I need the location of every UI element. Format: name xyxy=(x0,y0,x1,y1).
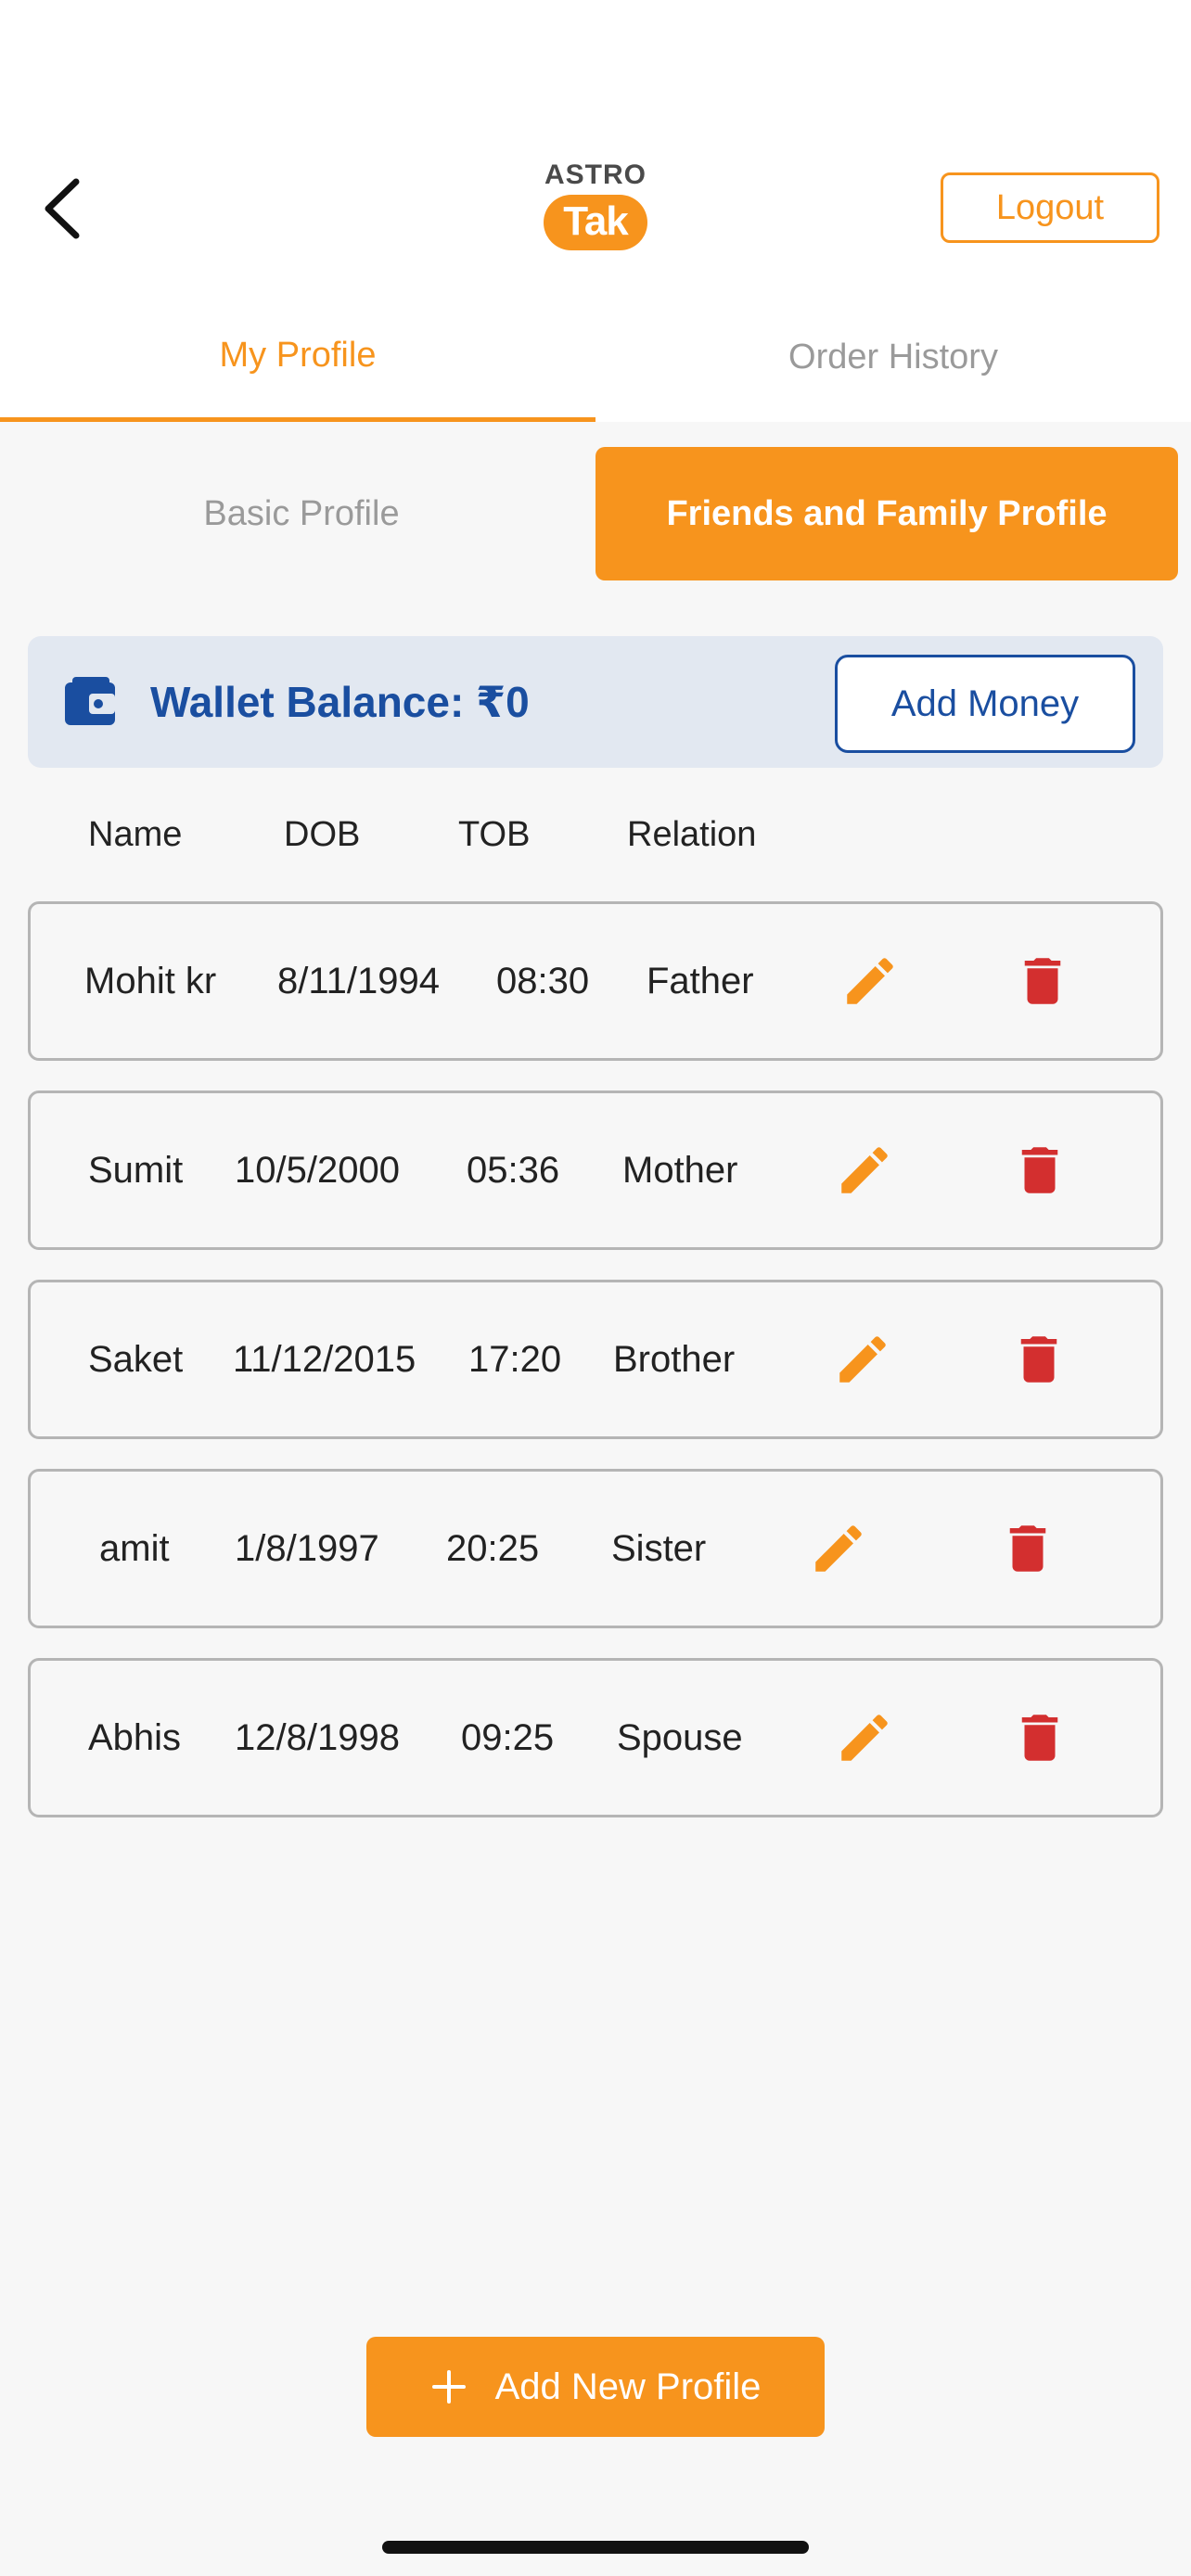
row-tob: 05:36 xyxy=(467,1150,560,1191)
chevron-left-icon xyxy=(45,178,80,239)
pencil-icon[interactable] xyxy=(832,1329,893,1390)
pencil-icon[interactable] xyxy=(834,1140,895,1201)
trash-icon[interactable] xyxy=(997,1518,1058,1579)
logo-tak-text: Tak xyxy=(544,195,647,250)
tab-order-history[interactable]: Order History xyxy=(596,306,1191,422)
row-name: Mohit kr xyxy=(84,961,217,1001)
trash-icon[interactable] xyxy=(1012,950,1073,1012)
column-header-tob: TOB xyxy=(458,815,531,854)
wallet-icon xyxy=(65,677,115,725)
profile-row: Abhis 12/8/1998 09:25 Spouse xyxy=(28,1658,1163,1817)
row-name: Sumit xyxy=(88,1150,184,1191)
row-relation: Brother xyxy=(613,1339,736,1380)
trash-icon[interactable] xyxy=(1009,1707,1070,1768)
row-tob: 08:30 xyxy=(496,961,590,1001)
tab-my-profile[interactable]: My Profile xyxy=(0,306,596,422)
column-header-name: Name xyxy=(88,815,183,854)
column-header-dob: DOB xyxy=(284,815,361,854)
logout-button[interactable]: Logout xyxy=(941,172,1159,243)
row-name: Abhis xyxy=(88,1717,182,1758)
segment-friends-family-profile[interactable]: Friends and Family Profile xyxy=(596,447,1178,580)
profile-row: Mohit kr 8/11/1994 08:30 Father xyxy=(28,901,1163,1061)
row-name: Saket xyxy=(88,1339,184,1380)
column-header-relation: Relation xyxy=(627,815,757,854)
logo-astro-text: ASTRO xyxy=(544,159,647,190)
profile-row: Sumit 10/5/2000 05:36 Mother xyxy=(28,1090,1163,1250)
row-name: amit xyxy=(99,1528,170,1569)
row-relation: Sister xyxy=(611,1528,707,1569)
pencil-icon[interactable] xyxy=(834,1707,895,1768)
add-new-profile-button[interactable]: Add New Profile xyxy=(366,2337,825,2437)
profile-row: amit 1/8/1997 20:25 Sister xyxy=(28,1469,1163,1628)
row-dob: 1/8/1997 xyxy=(235,1528,379,1569)
pencil-icon[interactable] xyxy=(808,1518,869,1579)
wallet-balance: Wallet Balance: ₹0 xyxy=(150,678,530,726)
row-tob: 17:20 xyxy=(468,1339,562,1380)
row-relation: Father xyxy=(647,961,754,1001)
trash-icon[interactable] xyxy=(1008,1329,1069,1390)
pencil-icon[interactable] xyxy=(839,950,901,1012)
segment-basic-profile[interactable]: Basic Profile xyxy=(0,447,603,580)
add-new-profile-label: Add New Profile xyxy=(494,2366,762,2407)
row-tob: 20:25 xyxy=(446,1528,540,1569)
trash-icon[interactable] xyxy=(1009,1140,1070,1201)
row-dob: 12/8/1998 xyxy=(235,1717,400,1758)
add-money-button[interactable]: Add Money xyxy=(835,655,1135,753)
row-dob: 8/11/1994 xyxy=(277,961,440,1001)
row-tob: 09:25 xyxy=(461,1717,555,1758)
row-dob: 10/5/2000 xyxy=(235,1150,400,1191)
astrotak-logo: ASTRO Tak xyxy=(538,159,653,258)
back-button[interactable] xyxy=(33,172,89,246)
plus-icon xyxy=(431,2370,466,2404)
profile-row: Saket 11/12/2015 17:20 Brother xyxy=(28,1280,1163,1439)
wallet-card: Wallet Balance: ₹0 Add Money xyxy=(28,636,1163,768)
row-dob: 11/12/2015 xyxy=(233,1339,416,1380)
row-relation: Spouse xyxy=(617,1717,743,1758)
app-header: ASTRO Tak Logout My Profile Order Histor… xyxy=(0,0,1191,422)
home-indicator xyxy=(382,2541,809,2554)
row-relation: Mother xyxy=(622,1150,738,1191)
